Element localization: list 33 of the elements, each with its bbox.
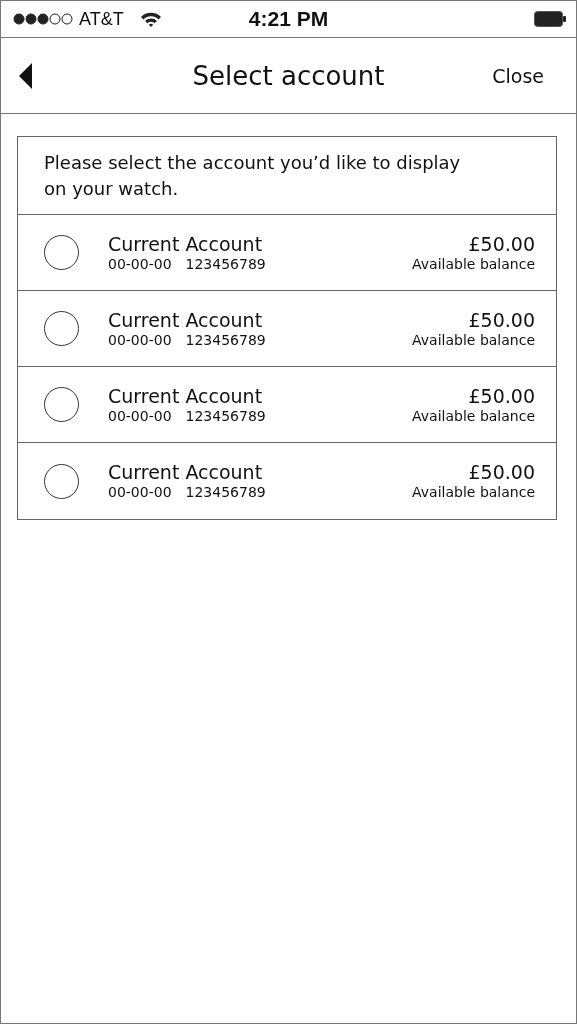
- battery-icon: [534, 11, 566, 27]
- signal-icon: [13, 13, 73, 25]
- balance-label: Available balance: [412, 330, 535, 349]
- account-name: Current Account: [108, 232, 264, 255]
- close-button[interactable]: Close: [492, 64, 544, 87]
- account-name: Current Account: [108, 461, 264, 483]
- account-row[interactable]: Current Account 00-00-00 123456789 £50.00 Available balance: [18, 215, 556, 291]
- account-name: Current Account: [108, 308, 264, 331]
- sort-code: 00-00-00: [108, 330, 172, 349]
- balance-label: Available balance: [412, 406, 535, 425]
- account-row[interactable]: Current Account 00-00-00 123456789 £50.00 Available balance: [18, 443, 556, 519]
- balance-label: Available balance: [412, 483, 535, 501]
- back-button[interactable]: [19, 62, 33, 89]
- account-number: 123456789: [185, 483, 266, 501]
- screen-title: Select account: [192, 60, 385, 91]
- account-number: 123456789: [185, 406, 266, 425]
- balance-amount: £50.00: [468, 308, 535, 331]
- status-time: 4:21 PM: [248, 7, 329, 31]
- carrier-name: AT&T: [79, 8, 124, 30]
- balance-amount: £50.00: [468, 461, 535, 483]
- sort-code: 00-00-00: [108, 406, 172, 425]
- wifi-icon: [139, 11, 162, 27]
- account-number: 123456789: [185, 330, 266, 349]
- sort-code: 00-00-00: [108, 483, 172, 501]
- account-number: 123456789: [185, 254, 266, 273]
- sort-code: 00-00-00: [108, 254, 172, 273]
- account-row[interactable]: Current Account 00-00-00 123456789 £50.00 Available balance: [18, 367, 556, 443]
- balance-label: Available balance: [412, 254, 535, 273]
- instruction-text: Please select the account you’d like to display on your watch.: [18, 137, 556, 215]
- balance-amount: £50.00: [468, 384, 535, 407]
- balance-amount: £50.00: [468, 232, 535, 255]
- account-name: Current Account: [108, 384, 264, 407]
- account-row[interactable]: Current Account 00-00-00 123456789 £50.00 Available balance: [18, 291, 556, 367]
